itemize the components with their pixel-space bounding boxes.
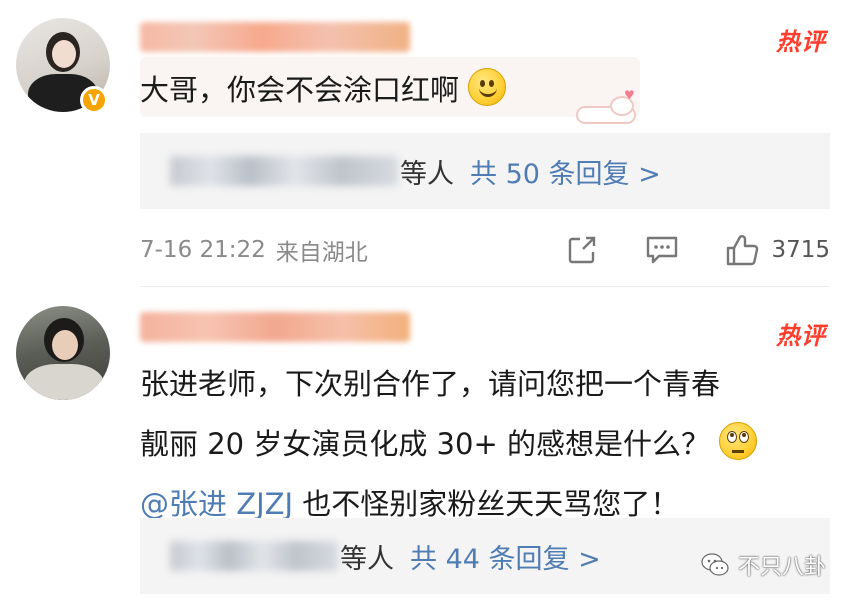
- comment-meta: 7-16 21:22 来自湖北 3715: [140, 228, 830, 272]
- comment-text-line-2: 靓丽 20 岁女演员化成 30+ 的感想是什么？: [140, 414, 830, 474]
- comment-text-line-3-body: 也不怪别家粉丝天天骂您了！: [293, 487, 680, 521]
- replier-names-blurred: [170, 156, 398, 186]
- comment-card-cat-decoration: ♥: [568, 88, 642, 128]
- reply-suffix: 等人: [340, 543, 394, 575]
- comment-text-line-2-body: 靓丽 20 岁女演员化成 30+ 的感想是什么？: [140, 427, 710, 461]
- verified-badge-icon: V: [80, 86, 108, 114]
- comment-text-line: 张进老师，下次别合作了，请问您把一个青春: [140, 367, 721, 401]
- wechat-icon: [700, 550, 730, 580]
- comment-text: 张进老师，下次别合作了，请问您把一个青春 靓丽 20 岁女演员化成 30+ 的感…: [140, 354, 830, 534]
- like-count: 3715: [771, 237, 830, 263]
- comment-text-body: 大哥，你会不会涂口红啊: [140, 73, 460, 107]
- reply-suffix: 等人: [400, 158, 454, 190]
- comment-item: V 热评 ♥ 大哥，你会不会涂口红啊 等人 共 50 条回复 > 7-16 21…: [0, 0, 848, 286]
- mention-link[interactable]: @张进 ZJZJ: [140, 487, 293, 521]
- view-replies-link[interactable]: 共 44 条回复 >: [410, 537, 601, 576]
- comment-time: 7-16 21:22: [140, 237, 266, 263]
- username-blurred[interactable]: [140, 312, 410, 342]
- hot-comment-badge: 热评: [776, 322, 826, 350]
- username-blurred[interactable]: [140, 22, 410, 52]
- smile-emoji-icon: [468, 68, 507, 106]
- watermark-text: 不只八卦: [737, 555, 826, 580]
- avatar-face: [52, 330, 78, 360]
- comment-icon[interactable]: [643, 231, 681, 269]
- comment-text: 大哥，你会不会涂口红啊: [140, 60, 507, 120]
- replies-summary[interactable]: 等人 共 50 条回复 >: [140, 133, 830, 209]
- view-replies-link[interactable]: 共 50 条回复 >: [470, 152, 661, 191]
- avatar-face: [52, 40, 76, 68]
- avatar[interactable]: [16, 306, 110, 400]
- hot-comment-badge: 热评: [776, 28, 826, 56]
- thumbs-up-icon[interactable]: [723, 231, 761, 269]
- replier-names-blurred: [170, 541, 338, 571]
- eye-roll-emoji-icon: [719, 422, 758, 460]
- comment-source: 来自湖北: [275, 240, 368, 266]
- watermark: 不只八卦: [700, 549, 826, 581]
- comment-actions: 3715: [521, 231, 830, 269]
- avatar-body: [24, 364, 104, 400]
- share-icon[interactable]: [563, 231, 601, 269]
